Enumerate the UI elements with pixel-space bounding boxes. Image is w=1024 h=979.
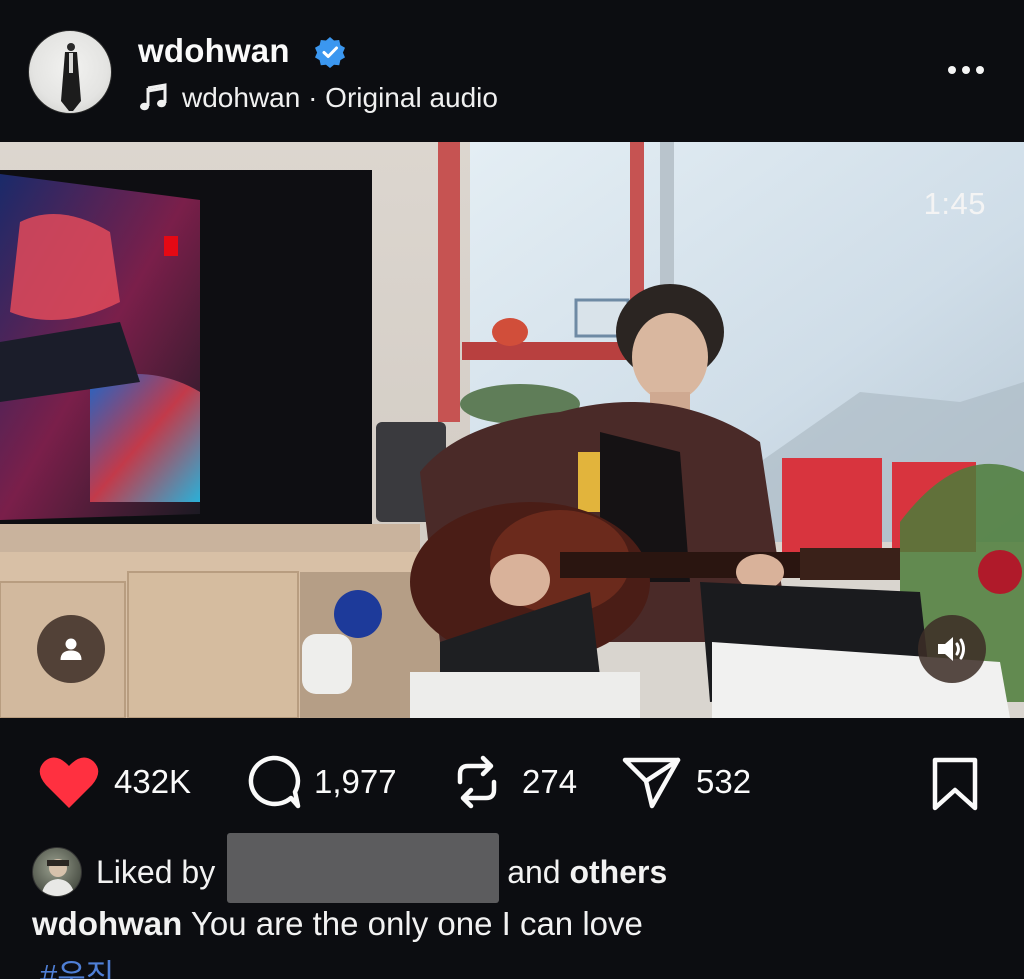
sound-toggle-button[interactable]: [918, 615, 986, 683]
video-duration: 1:45: [923, 186, 986, 221]
liked-by-label: Liked by: [96, 853, 216, 890]
profile-avatar[interactable]: [28, 30, 112, 114]
user-tag-icon: [60, 638, 82, 660]
and-label: and: [507, 853, 561, 890]
music-note-icon: [140, 83, 167, 111]
hashtag-link[interactable]: #우진: [40, 950, 114, 979]
speaker-icon: [938, 637, 965, 661]
post-header: wdohwan wdohwan · Original audio: [0, 0, 1024, 142]
heart-icon: [39, 757, 99, 808]
verified-badge-icon: [315, 37, 345, 68]
more-options-icon[interactable]: [944, 56, 988, 84]
repost-count: 274: [522, 763, 578, 800]
post-caption: wdohwan You are the only one I can love: [32, 905, 643, 943]
share-button[interactable]: 532: [622, 752, 751, 812]
repost-icon: [457, 755, 497, 809]
redacted-username: [227, 833, 500, 903]
user-tag-button[interactable]: [37, 615, 105, 683]
others-label: others: [569, 853, 668, 890]
and-others-text[interactable]: and others: [507, 854, 667, 891]
liker-avatar-image: [41, 859, 75, 896]
audio-label: wdohwan · Original audio: [182, 82, 498, 113]
bookmark-icon[interactable]: [930, 756, 980, 812]
share-count: 532: [696, 763, 752, 800]
video-frame: [0, 142, 1024, 718]
comment-count: 1,977: [314, 763, 397, 800]
like-count: 432K: [114, 763, 192, 800]
liker-avatar[interactable]: [32, 847, 82, 897]
like-button[interactable]: 432K: [38, 752, 191, 812]
action-bar: 432K 1,977 274 532: [0, 742, 1024, 822]
caption-text: You are the only one I can love: [190, 905, 643, 942]
comment-icon: [248, 755, 301, 809]
caption-username[interactable]: wdohwan: [32, 905, 182, 942]
repost-button[interactable]: 274: [452, 752, 577, 812]
liked-by-row[interactable]: Liked by and others: [32, 833, 667, 903]
post-username[interactable]: wdohwan: [138, 32, 290, 70]
video-player[interactable]: 1:45: [0, 142, 1024, 718]
audio-link[interactable]: wdohwan · Original audio: [138, 80, 498, 116]
comment-button[interactable]: 1,977: [244, 752, 397, 812]
avatar-figure: [61, 43, 81, 111]
send-icon: [622, 757, 681, 809]
